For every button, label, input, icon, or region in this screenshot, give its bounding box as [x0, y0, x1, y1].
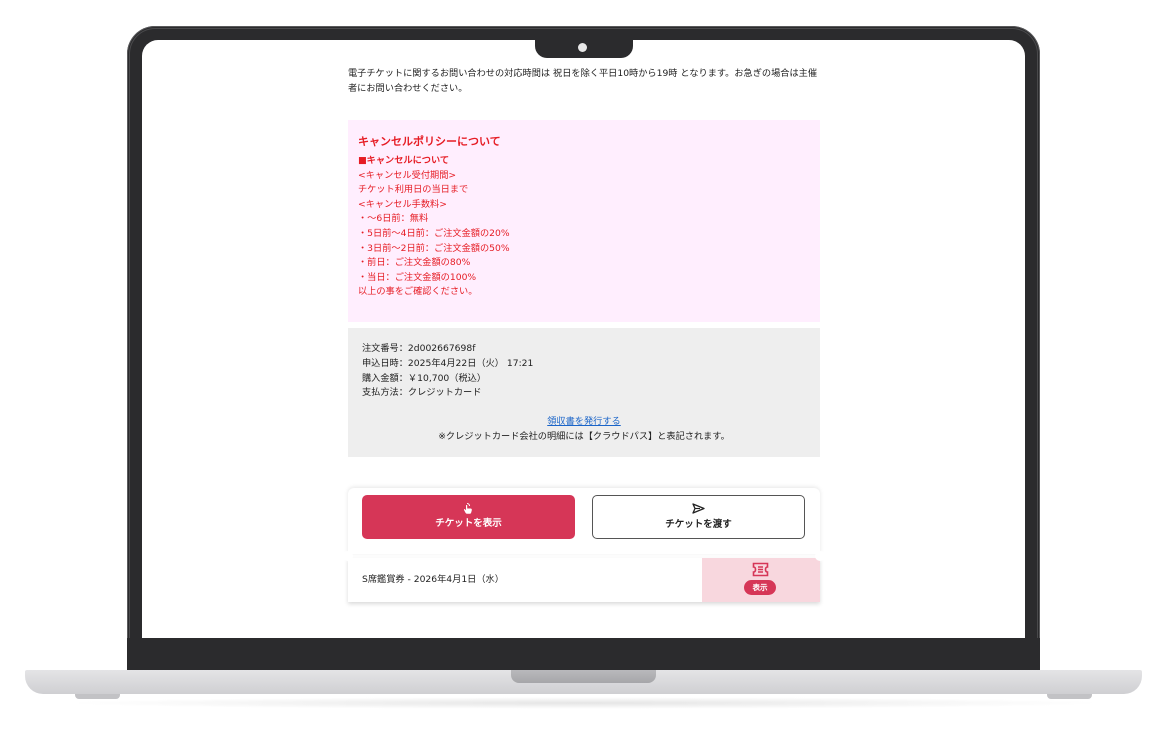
cancel-policy-line: <キャンセル受付期間> — [358, 169, 457, 181]
laptop-foot-left — [75, 694, 120, 699]
laptop-foot-right — [1047, 694, 1092, 699]
screen: 電子チケットに関するお問い合わせの対応時間は 祝日を除く平日10時から19時 と… — [142, 40, 1025, 638]
laptop-shadow — [60, 697, 1110, 709]
cancel-policy-line: チケット利用日の当日まで — [358, 184, 469, 196]
order-payment-method: 支払方法：クレジットカード — [362, 387, 482, 399]
cancel-policy-box: キャンセルポリシーについて ■キャンセルについて <キャンセル受付期間> チケッ… — [348, 120, 820, 322]
cancel-policy-line: ・3日前〜2日前：ご注文金額の50% — [358, 242, 510, 254]
pass-ticket-label: チケットを渡す — [665, 519, 732, 530]
ticket-icon — [752, 562, 769, 582]
pass-ticket-button[interactable]: チケットを渡す — [592, 495, 805, 539]
camera-icon — [578, 43, 587, 52]
issue-receipt-link[interactable]: 領収書を発行する — [348, 414, 820, 429]
cancel-policy-line: ・5日前〜4日前：ご注文金額の20% — [358, 227, 510, 239]
cancel-policy-line: ・当日：ご注文金額の100% — [358, 271, 477, 283]
order-date: 申込日時：2025年4月22日（火） 17:21 — [362, 357, 534, 369]
hand-tap-icon — [362, 502, 575, 516]
cancel-policy-line: ・前日：ご注文金額の80% — [358, 257, 471, 269]
cancel-policy-line: <キャンセル手数料> — [358, 198, 447, 210]
ticket-list-item[interactable]: S席鑑賞券 - 2026年4月1日（水） 表示 — [343, 551, 825, 602]
cancel-policy-subtitle: ■キャンセルについて — [358, 155, 450, 166]
order-amount: 購入金額：￥10,700（税込） — [362, 372, 487, 384]
show-ticket-label: チケットを表示 — [435, 518, 502, 529]
support-hours-notice: 電子チケットに関するお問い合わせの対応時間は 祝日を除く平日10時から19時 と… — [348, 68, 818, 94]
send-icon — [593, 503, 804, 517]
laptop-base — [25, 670, 1142, 694]
ticket-show-stub[interactable]: 表示 — [702, 558, 820, 602]
order-number: 注文番号：2d002667698f — [362, 343, 476, 354]
laptop-bezel-bottom — [127, 638, 1040, 672]
laptop-base-notch — [511, 670, 656, 683]
show-ticket-button[interactable]: チケットを表示 — [362, 495, 575, 539]
order-details-box: 注文番号：2d002667698f 申込日時：2025年4月22日（火） 17:… — [348, 328, 820, 457]
camera-notch — [535, 40, 633, 58]
cancel-policy-line: ・〜6日前：無料 — [358, 213, 429, 225]
cancel-policy-title: キャンセルポリシーについて — [358, 135, 501, 148]
card-statement-note: ※クレジットカード会社の明細には【クラウドパス】と表記されます。 — [438, 431, 730, 442]
cancel-policy-line: 以上の事をご確認ください。 — [358, 286, 478, 298]
ticket-actions-panel: チケットを表示 チケットを渡す — [348, 488, 820, 554]
show-badge: 表示 — [744, 580, 776, 595]
ticket-name: S席鑑賞券 - 2026年4月1日（水） — [362, 574, 504, 585]
order-info: 注文番号：2d002667698f 申込日時：2025年4月22日（火） 17:… — [362, 342, 533, 401]
